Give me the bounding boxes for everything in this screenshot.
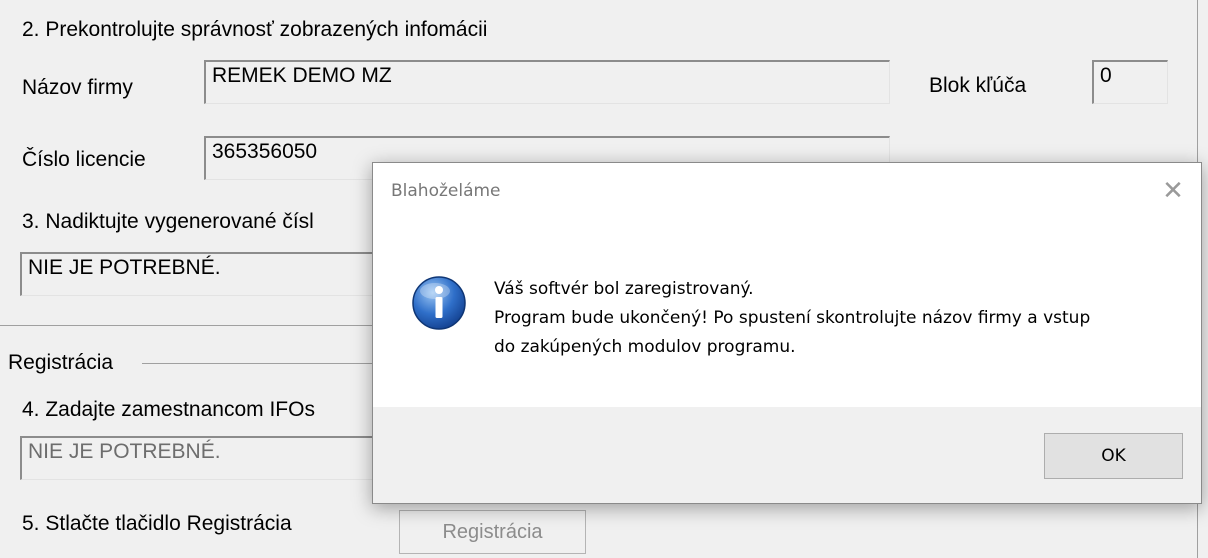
registration-group-label: Registrácia	[8, 351, 114, 374]
dialog-message-line2: Program bude ukončený! Po spustení skont…	[494, 308, 1091, 328]
congratulations-dialog: Blahoželáme ✕ Váš softvér bol zaregistro…	[372, 162, 1202, 504]
step2-heading: 2. Prekontrolujte správnosť zobrazených …	[22, 18, 488, 41]
key-block-label: Blok kľúča	[929, 74, 1027, 97]
dialog-message-line1: Váš softvér bol zaregistrovaný.	[494, 279, 754, 299]
key-block-field[interactable]: 0	[1092, 60, 1168, 104]
info-icon	[411, 275, 467, 331]
ok-button[interactable]: OK	[1044, 433, 1183, 479]
dialog-title: Blahoželáme	[391, 181, 501, 201]
step5-heading: 5. Stlačte tlačidlo Registrácia	[22, 512, 292, 535]
section-separator	[0, 325, 372, 326]
registration-button[interactable]: Registrácia	[399, 510, 586, 554]
step4-heading: 4. Zadajte zamestnancom IFOs	[22, 398, 315, 421]
license-number-label: Číslo licencie	[22, 148, 146, 171]
dialog-message: Váš softvér bol zaregistrovaný. Program …	[494, 275, 1090, 362]
company-name-field[interactable]: REMEK DEMO MZ	[204, 60, 890, 104]
close-icon[interactable]: ✕	[1159, 177, 1187, 205]
company-name-label: Názov firmy	[22, 76, 133, 99]
dialog-message-line3: do zakúpených modulov programu.	[494, 337, 796, 357]
step3-heading: 3. Nadiktujte vygenerované čísl	[22, 210, 314, 233]
registration-group-line	[142, 363, 372, 364]
